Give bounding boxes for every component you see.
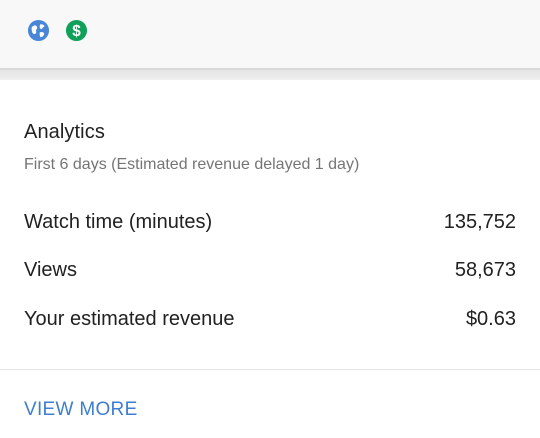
analytics-title: Analytics [24,121,105,143]
card-divider [0,369,540,370]
globe-icon[interactable] [27,19,50,42]
stat-value: 58,673 [454,259,516,281]
dollar-icon[interactable]: $ [65,19,88,42]
section-gap [0,70,540,80]
analytics-card: Analytics First 6 days (Estimated revenu… [0,80,540,438]
stat-row-revenue: Your estimated revenue $0.63 [24,308,516,334]
stat-value: 135,752 [443,211,516,233]
view-more-button[interactable]: VIEW MORE [24,399,138,421]
video-header-bar: $ [0,0,540,68]
stat-row-views: Views 58,673 [24,259,516,285]
stat-value: $0.63 [465,308,516,330]
stat-label: Your estimated revenue [24,308,235,330]
analytics-subtitle: First 6 days (Estimated revenue delayed … [24,156,360,173]
stat-label: Watch time (minutes) [24,211,213,233]
stat-label: Views [24,259,77,281]
stat-row-watch-time: Watch time (minutes) 135,752 [24,211,516,237]
svg-text:$: $ [72,23,81,40]
